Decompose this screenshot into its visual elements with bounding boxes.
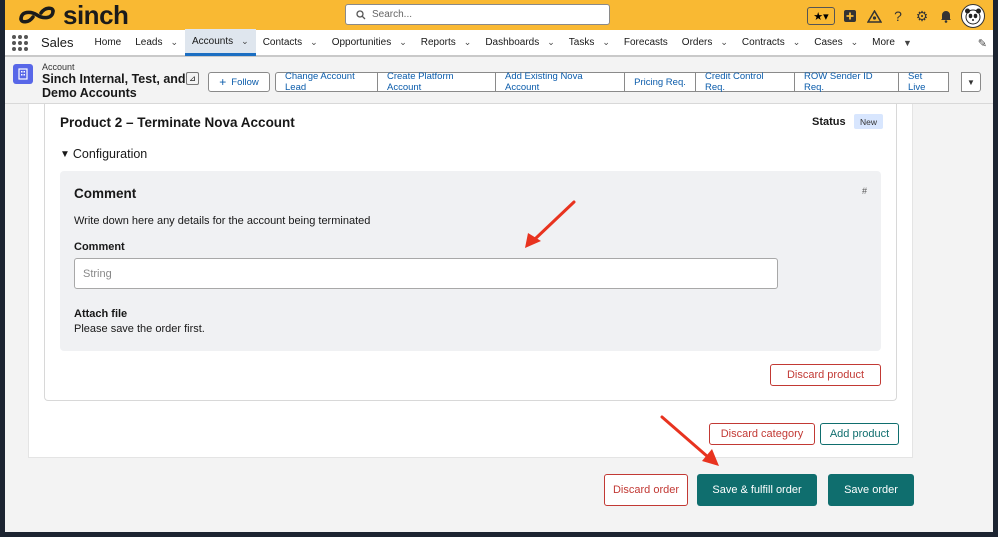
chevron-down-icon[interactable]: ▼: [903, 38, 912, 48]
app-window: sinch Search... ★▾ ? ⚙ Sales Home Leads …: [5, 0, 993, 532]
chevron-down-icon[interactable]: ⌄: [310, 37, 318, 48]
nav-item-label: Accounts: [192, 35, 234, 47]
search-icon: [356, 9, 366, 19]
nav-item-dashboards[interactable]: Dashboards ⌄: [478, 29, 561, 56]
nav-item-label: Home: [94, 37, 122, 48]
nav-item-reports[interactable]: Reports ⌄: [414, 29, 479, 56]
nav-item-label: More: [872, 37, 895, 48]
nav-item-label: Orders: [681, 37, 713, 48]
search-placeholder: Search...: [372, 9, 413, 20]
nav-item-home[interactable]: Home: [88, 29, 129, 56]
global-header: sinch Search... ★▾ ? ⚙: [5, 0, 993, 30]
action-credit-control-req-button[interactable]: Credit Control Req.: [696, 71, 795, 93]
gear-icon[interactable]: ⚙: [913, 7, 931, 25]
product-title: Product 2 – Terminate Nova Account: [60, 115, 295, 130]
plus-icon: +: [219, 75, 227, 89]
nav-item-leads[interactable]: Leads ⌄: [128, 29, 185, 56]
header-utilities: ★▾ ? ⚙: [807, 4, 985, 28]
bell-icon[interactable]: [937, 7, 955, 25]
favorites-icon[interactable]: ★▾: [807, 7, 835, 25]
chevron-down-icon[interactable]: ⌄: [851, 37, 859, 48]
brand-name: sinch: [63, 0, 129, 30]
discard-order-button[interactable]: Discard order: [604, 474, 688, 506]
action-row-sender-id-req-button[interactable]: ROW Sender ID Req.: [795, 71, 899, 93]
sinch-logo-icon: [19, 6, 55, 24]
attach-file-note: Please save the order first.: [74, 323, 205, 335]
follow-label: Follow: [231, 76, 259, 88]
record-actions: Change Account Lead Create Platform Accou…: [275, 71, 949, 93]
nav-item-more[interactable]: More ▼: [865, 29, 919, 56]
save-fulfill-order-button[interactable]: Save & fulfill order: [697, 474, 817, 506]
nav-item-label: Reports: [420, 37, 456, 48]
configuration-label: Configuration: [72, 147, 148, 161]
nav-item-label: Opportunities: [331, 37, 392, 48]
nav-item-opportunities[interactable]: Opportunities ⌄: [325, 29, 414, 56]
comment-input[interactable]: [74, 258, 778, 289]
discard-product-button[interactable]: Discard product: [770, 364, 881, 386]
nav-items: Home Leads ⌄ Accounts ⌄ Contacts ⌄ Opportunitie…: [88, 29, 919, 56]
avatar[interactable]: [961, 4, 985, 28]
action-create-platform-account-button[interactable]: Create Platform Account: [378, 71, 496, 93]
nav-item-orders[interactable]: Orders ⌄: [675, 29, 735, 56]
nav-item-forecasts[interactable]: Forecasts: [617, 29, 675, 56]
chevron-down-icon[interactable]: ⌄: [602, 37, 610, 48]
add-product-button[interactable]: Add product: [820, 423, 899, 445]
nav-item-contracts[interactable]: Contracts ⌄: [735, 29, 807, 56]
attach-file-label: Attach file: [74, 308, 128, 320]
app-launcher-icon[interactable]: [12, 34, 28, 51]
nav-item-accounts[interactable]: Accounts ⌄: [185, 29, 256, 56]
action-pricing-req-button[interactable]: Pricing Req.: [625, 72, 696, 92]
account-icon: [13, 64, 33, 84]
trailhead-icon[interactable]: [865, 7, 883, 25]
action-change-account-lead-button[interactable]: Change Account Lead: [275, 71, 378, 93]
global-search[interactable]: Search...: [345, 4, 610, 25]
hash-icon: #: [862, 186, 868, 196]
nav-item-label: Tasks: [568, 37, 595, 48]
caret-down-icon: ▼: [60, 148, 70, 160]
global-actions-icon[interactable]: [841, 7, 859, 25]
edit-nav-icon[interactable]: ✎: [978, 37, 987, 50]
save-order-button[interactable]: Save order: [828, 474, 914, 506]
record-header: Account Sinch Internal, Test, and Demo A…: [5, 59, 993, 104]
nav-item-contacts[interactable]: Contacts ⌄: [256, 29, 325, 56]
action-add-existing-nova-account-button[interactable]: Add Existing Nova Account: [496, 71, 625, 93]
chevron-down-icon[interactable]: ⌄: [241, 36, 249, 47]
comment-title: Comment: [74, 186, 137, 201]
more-actions-dropdown[interactable]: ▼: [961, 72, 981, 92]
nav-item-label: Dashboards: [485, 37, 540, 48]
record-name: Sinch Internal, Test, and Demo Accounts: [42, 72, 186, 100]
chevron-down-icon[interactable]: ⌄: [793, 37, 801, 48]
status-label: Status: [812, 116, 846, 128]
chevron-down-icon[interactable]: ⌄: [464, 37, 472, 48]
hierarchy-icon[interactable]: ⊿: [186, 72, 199, 85]
chevron-down-icon[interactable]: ⌄: [547, 37, 555, 48]
app-name: Sales: [41, 35, 74, 50]
chevron-down-icon[interactable]: ⌄: [170, 37, 178, 48]
chevron-down-icon[interactable]: ⌄: [720, 37, 728, 48]
comment-description: Write down here any details for the acco…: [74, 215, 371, 227]
help-icon[interactable]: ?: [889, 7, 907, 25]
chevron-down-icon[interactable]: ⌄: [399, 37, 407, 48]
comment-field-label: Comment: [74, 241, 125, 253]
discard-category-button[interactable]: Discard category: [709, 423, 815, 445]
status-badge: New: [854, 114, 884, 129]
nav-item-label: Contacts: [262, 37, 303, 48]
record-type: Account: [42, 62, 75, 72]
sinch-logo[interactable]: sinch: [17, 0, 129, 30]
nav-item-label: Leads: [135, 37, 163, 48]
configuration-toggle[interactable]: ▼ Configuration: [60, 147, 147, 161]
nav-item-label: Contracts: [741, 37, 785, 48]
nav-item-label: Forecasts: [623, 37, 668, 48]
app-navigation: Sales Home Leads ⌄ Accounts ⌄ Contacts ⌄ Opport…: [5, 29, 993, 57]
nav-item-tasks[interactable]: Tasks ⌄: [562, 29, 617, 56]
action-set-live-button[interactable]: Set Live: [899, 71, 949, 93]
nav-item-label: Cases: [814, 37, 843, 48]
nav-item-cases[interactable]: Cases ⌄: [807, 29, 865, 56]
follow-button[interactable]: + Follow: [208, 72, 270, 92]
